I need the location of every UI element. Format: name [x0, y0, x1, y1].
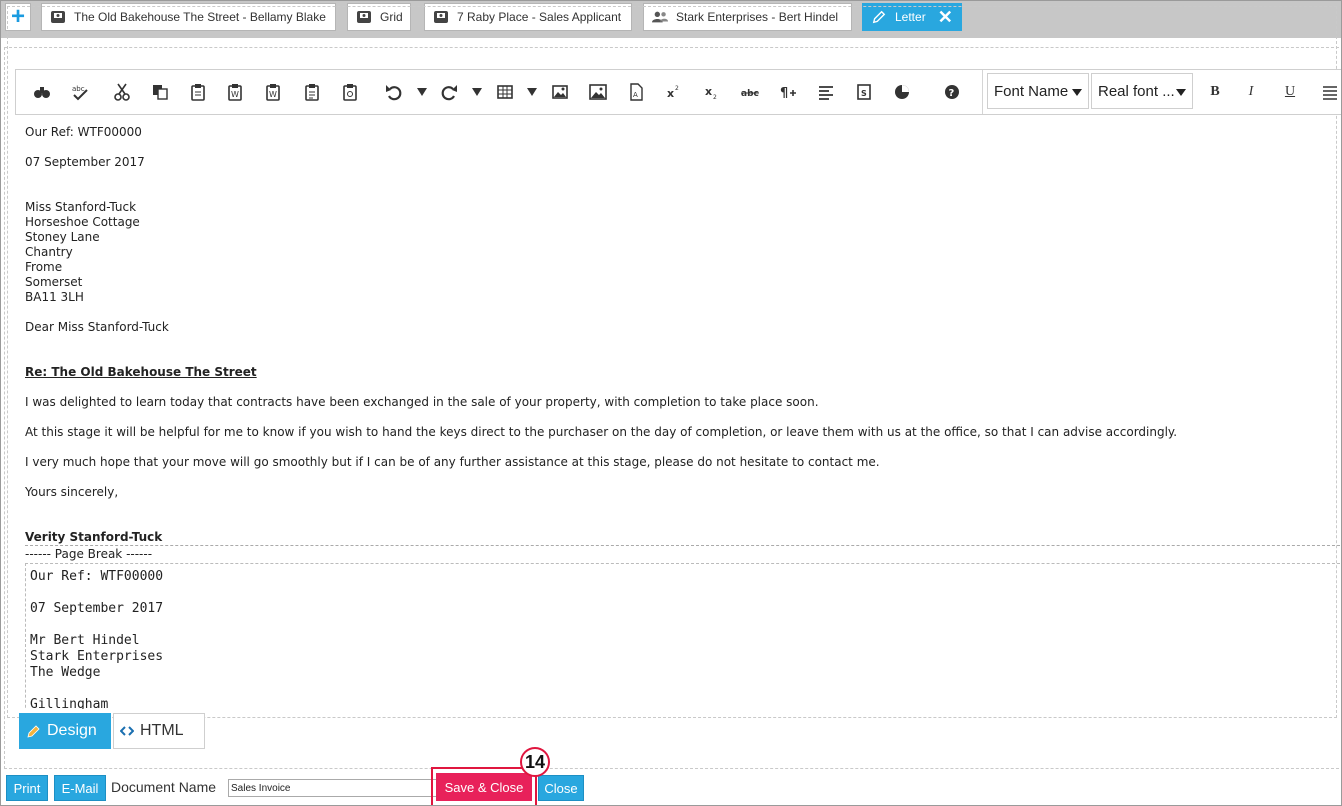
document-content[interactable]: Our Ref: WTF00000 07 September 2017 Miss…: [17, 117, 1341, 709]
svg-text:W: W: [231, 90, 239, 99]
table-icon[interactable]: [493, 80, 517, 104]
svg-text:x: x: [667, 87, 674, 100]
underline-button[interactable]: U: [1278, 80, 1302, 104]
design-mode-label: Design: [47, 722, 97, 739]
closing-line: Yours sincerely,: [25, 485, 119, 499]
email-button[interactable]: E-Mail: [54, 775, 106, 801]
svg-text:W: W: [269, 90, 277, 99]
address-line: Horseshoe Cottage: [25, 215, 140, 229]
date-line: 07 September 2017: [25, 155, 145, 169]
subscript-icon[interactable]: x2: [700, 80, 724, 104]
page-break-line: [25, 545, 1341, 546]
font-name-value: Font Name: [994, 82, 1069, 100]
redo-dropdown-icon[interactable]: [472, 88, 482, 96]
redo-icon[interactable]: [437, 80, 461, 104]
spellcheck-icon[interactable]: abc: [68, 80, 92, 104]
document-icon[interactable]: A: [624, 80, 648, 104]
svg-text:2: 2: [675, 85, 679, 92]
template-icon[interactable]: S: [852, 80, 876, 104]
paste-plain-icon[interactable]: [300, 80, 324, 104]
image-icon[interactable]: [548, 80, 572, 104]
address-line: BA11 3LH: [25, 290, 84, 304]
signature: Verity Stanford-Tuck: [25, 530, 163, 544]
address-line: Stoney Lane: [25, 230, 100, 244]
editor-toolbar: abc W W A x2 x2 abc ¶ S ? Font Name Real…: [15, 69, 1341, 115]
justify-icon[interactable]: [1318, 80, 1341, 104]
address-line: Somerset: [25, 275, 83, 289]
undo-dropdown-icon[interactable]: [417, 88, 427, 96]
align-icon[interactable]: [814, 80, 838, 104]
print-button[interactable]: Print: [6, 775, 48, 801]
font-name-select[interactable]: Font Name: [987, 73, 1089, 109]
salutation: Dear Miss Stanford-Tuck: [25, 320, 169, 334]
chevron-down-icon: [1072, 89, 1082, 96]
body-paragraph: I very much hope that your move will go …: [25, 455, 880, 469]
save-and-close-button[interactable]: Save & Close: [436, 773, 532, 801]
toolbar-separator: [982, 70, 983, 114]
chart-icon[interactable]: [890, 80, 914, 104]
help-icon[interactable]: ?: [940, 80, 964, 104]
italic-button[interactable]: I: [1239, 80, 1263, 104]
code-icon: [120, 726, 134, 736]
superscript-icon[interactable]: x2: [662, 80, 686, 104]
pencil-icon: [27, 725, 40, 738]
html-mode-label: HTML: [140, 722, 184, 739]
paste-text-icon[interactable]: W: [261, 80, 285, 104]
document-name-input[interactable]: [228, 779, 438, 797]
find-icon[interactable]: [30, 80, 54, 104]
image-manager-icon[interactable]: [586, 80, 610, 104]
date-line: 07 September 2017: [30, 601, 164, 616]
svg-text:abc: abc: [72, 85, 85, 93]
address-line: Frome: [25, 260, 63, 274]
svg-text:abc: abc: [741, 89, 759, 99]
step-number-badge: 14: [520, 747, 550, 777]
svg-text:A: A: [633, 91, 638, 99]
font-size-value: Real font ...: [1098, 82, 1175, 100]
undo-icon[interactable]: [382, 80, 406, 104]
svg-text:S: S: [861, 89, 867, 98]
address-line: Miss Stanford-Tuck: [25, 200, 137, 214]
paste-word-icon[interactable]: W: [223, 80, 247, 104]
table-dropdown-icon[interactable]: [527, 88, 537, 96]
paste-clean-icon[interactable]: [338, 80, 362, 104]
address-line: Stark Enterprises: [30, 649, 164, 664]
font-size-select[interactable]: Real font ...: [1091, 73, 1193, 109]
html-mode-tab[interactable]: HTML: [113, 713, 205, 749]
design-mode-tab[interactable]: Design: [19, 713, 111, 749]
svg-text:¶: ¶: [780, 86, 788, 101]
close-button[interactable]: Close: [538, 775, 584, 801]
address-line: Mr Bert Hindel: [30, 633, 140, 648]
copy-icon[interactable]: [148, 80, 172, 104]
document-name-label: Document Name: [111, 779, 217, 795]
svg-text:2: 2: [713, 94, 717, 101]
bold-button[interactable]: B: [1203, 80, 1227, 104]
body-paragraph: At this stage it will be helpful for me …: [25, 425, 1178, 439]
ref-line: Our Ref: WTF00000: [30, 569, 164, 584]
strikethrough-icon[interactable]: abc: [738, 80, 762, 104]
svg-text:?: ?: [949, 88, 955, 99]
letter-editor-window: + The Old Bakehouse The Street - Bellamy…: [0, 0, 1342, 806]
paragraph-icon[interactable]: ¶: [776, 80, 800, 104]
page-break-label: ------ Page Break ------: [25, 547, 153, 561]
subject-line: Re: The Old Bakehouse The Street: [25, 365, 257, 379]
body-paragraph: I was delighted to learn today that cont…: [25, 395, 819, 409]
chevron-down-icon: [1176, 89, 1186, 96]
address-line: The Wedge: [30, 665, 101, 680]
second-page: Our Ref: WTF00000 07 September 2017 Mr B…: [25, 563, 1341, 709]
paste-icon[interactable]: [186, 80, 210, 104]
ref-line: Our Ref: WTF00000: [25, 125, 142, 139]
address-line: Gillingham: [30, 697, 109, 709]
address-line: Chantry: [25, 245, 73, 259]
svg-text:x: x: [705, 85, 712, 98]
cut-icon[interactable]: [110, 80, 134, 104]
